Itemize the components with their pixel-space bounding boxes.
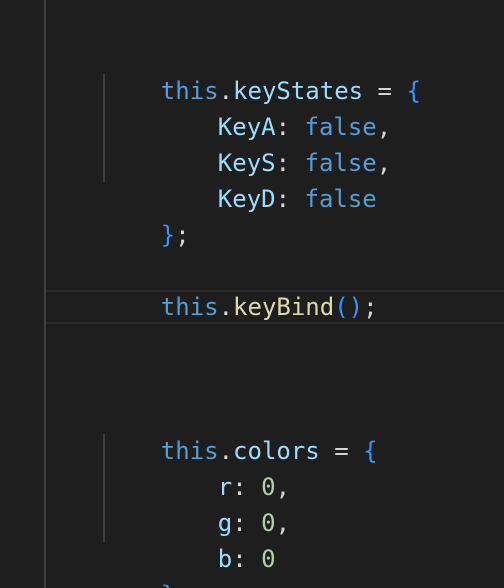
property-token: b — [217, 545, 233, 573]
bracket-token: { — [406, 77, 421, 105]
code-line[interactable]: r: 0, — [160, 433, 290, 501]
keyword-token: false — [304, 185, 377, 213]
code-editor[interactable]: this.keyStates = { KeyA: false, KeyS: fa… — [0, 0, 504, 588]
code-line[interactable]: b: 0 — [160, 505, 276, 573]
punctuation-token: , — [275, 509, 291, 537]
bracket-token: } — [160, 221, 176, 249]
bracket-token: } — [161, 581, 175, 588]
punctuation-token: . — [218, 293, 234, 321]
punctuation-token: : — [232, 545, 247, 573]
code-line[interactable]: KeyD: false — [160, 145, 377, 213]
keyword-token: this — [160, 293, 219, 321]
code-line[interactable]: }; — [103, 181, 190, 249]
function-token: keyBind — [233, 293, 335, 321]
bracket-token: { — [363, 437, 378, 465]
punctuation-token: ; — [363, 293, 378, 321]
code-line[interactable]: this.colors = { — [103, 397, 378, 465]
code-line[interactable]: } — [103, 541, 175, 588]
property-token: KeyD — [217, 185, 276, 213]
code-line[interactable]: g: 0, — [160, 469, 290, 537]
number-token: 0 — [261, 545, 276, 573]
punctuation-token: , — [376, 149, 392, 177]
operator-token: = — [319, 437, 364, 465]
punctuation-token: ; — [175, 221, 190, 249]
code-line[interactable]: this.keyStates = { — [103, 37, 421, 105]
bracket-token: () — [334, 293, 364, 321]
code-line[interactable]: KeyA: false, — [160, 73, 391, 141]
code-line[interactable]: this.keyBind(); — [103, 253, 378, 321]
code-line[interactable]: KeyS: false, — [160, 109, 391, 177]
punctuation-token: : — [275, 185, 291, 213]
